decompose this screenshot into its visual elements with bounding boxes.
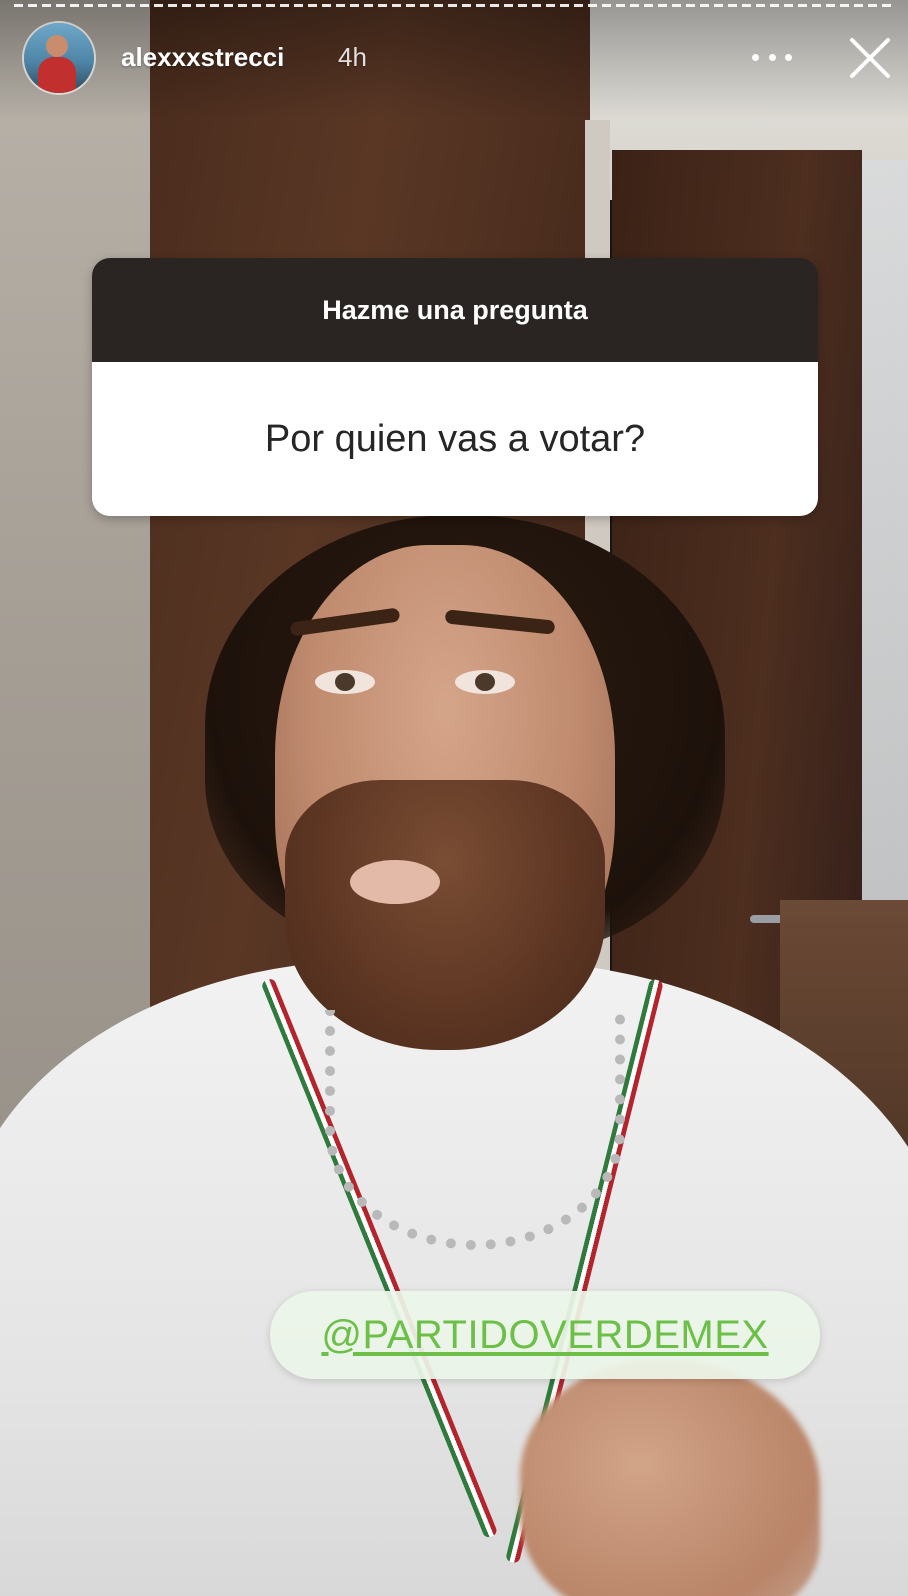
close-icon[interactable] — [846, 34, 894, 82]
mention-link[interactable]: @PARTIDOVERDEMEX — [321, 1313, 768, 1358]
question-sticker[interactable]: Hazme una pregunta Por quien vas a votar… — [92, 258, 818, 516]
username[interactable]: alexxxstrecci — [121, 42, 284, 73]
story-viewer[interactable]: alexxxstrecci 4h Hazme una pregunta Por … — [0, 0, 908, 1596]
timestamp: 4h — [338, 42, 367, 72]
mention-sticker[interactable]: @PARTIDOVERDEMEX — [270, 1291, 820, 1379]
question-sticker-title: Hazme una pregunta — [92, 258, 818, 362]
avatar[interactable] — [24, 23, 94, 93]
avatar-figure — [38, 57, 76, 93]
person-mouth — [350, 860, 440, 904]
person-chain — [325, 1010, 625, 1250]
door-handle — [750, 915, 784, 923]
more-horizontal-icon[interactable] — [752, 40, 792, 74]
dot — [785, 53, 792, 61]
story-progress-bar — [14, 4, 894, 7]
dot — [768, 53, 776, 61]
dot — [752, 53, 759, 61]
avatar-figure — [46, 35, 68, 57]
question-sticker-text: Por quien vas a votar? — [92, 362, 818, 516]
person-eye — [455, 670, 515, 694]
person-eye — [315, 670, 375, 694]
